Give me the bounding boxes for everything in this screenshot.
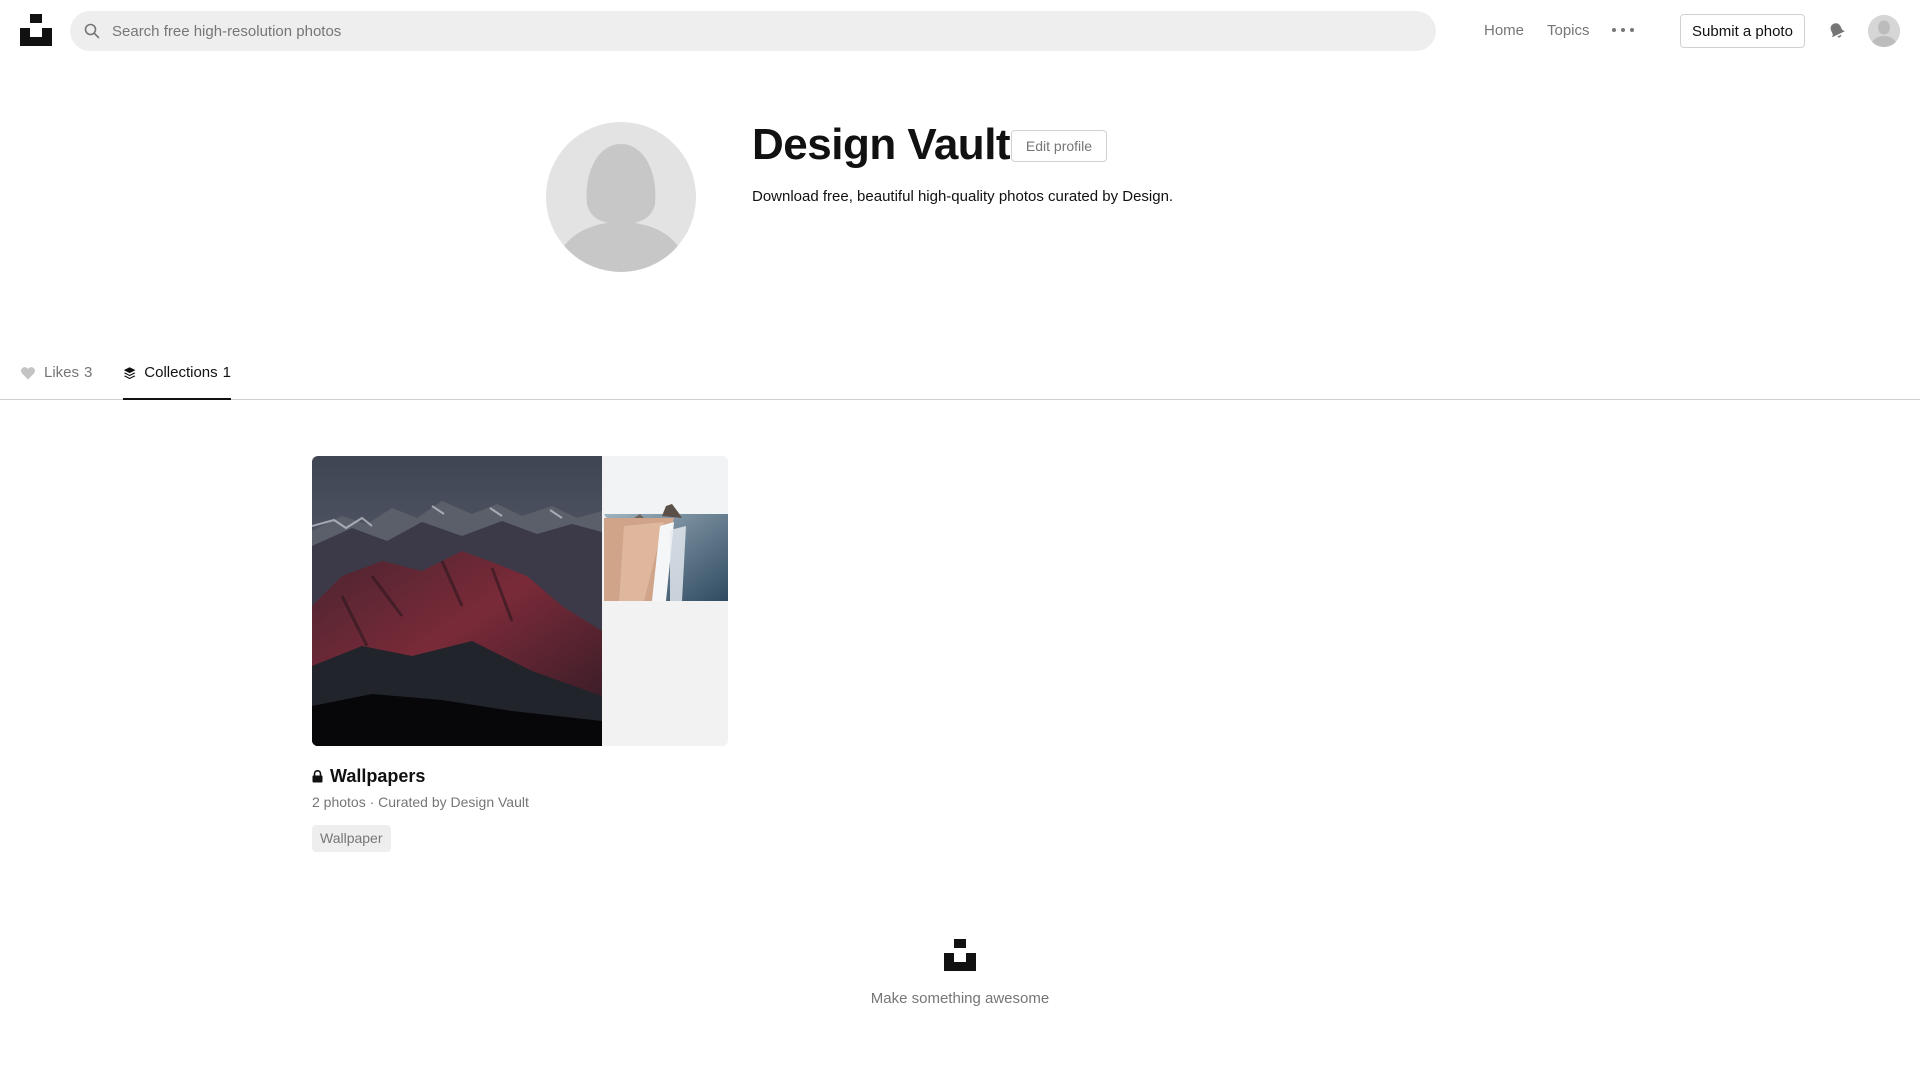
notifications-bell-icon[interactable]	[1826, 20, 1848, 42]
profile-bio: Download free, beautiful high-quality ph…	[752, 188, 1174, 205]
profile-tabs: Likes 3 Collections 1	[0, 352, 1920, 400]
collection-title-text: Wallpapers	[330, 766, 426, 786]
search-input[interactable]	[112, 11, 1412, 51]
submit-photo-button[interactable]: Submit a photo	[1680, 14, 1805, 48]
more-options-icon[interactable]	[1612, 18, 1634, 42]
top-navigation: Home Topics Submit a photo	[0, 0, 1920, 62]
tab-collections[interactable]: Collections 1	[123, 364, 231, 400]
beach-photo	[604, 456, 728, 601]
tab-likes-count: 3	[84, 364, 93, 381]
mountain-photo	[312, 456, 602, 746]
search-icon[interactable]	[84, 23, 100, 39]
heart-icon	[21, 367, 35, 380]
user-avatar[interactable]	[1868, 15, 1900, 47]
profile-avatar	[546, 122, 696, 272]
nav-home-link[interactable]: Home	[1484, 22, 1524, 39]
collection-meta: 2 photos · Curated by Design Vault	[312, 794, 529, 810]
collection-card: Wallpapers 2 photos · Curated by Design …	[312, 456, 728, 852]
profile-name: Design Vault	[752, 120, 1011, 169]
collection-title[interactable]: Wallpapers	[312, 766, 425, 787]
layers-icon	[123, 367, 136, 380]
collection-cover[interactable]	[312, 456, 728, 746]
collection-tag[interactable]: Wallpaper	[312, 825, 391, 852]
tab-likes[interactable]: Likes 3	[20, 364, 92, 400]
lock-icon	[312, 770, 323, 783]
unsplash-footer-logo-icon	[944, 939, 976, 971]
tab-collections-count: 1	[222, 364, 231, 381]
tab-likes-label: Likes	[44, 364, 80, 381]
unsplash-logo-icon[interactable]	[20, 14, 52, 46]
nav-topics-link[interactable]: Topics	[1547, 22, 1590, 39]
search-bar[interactable]	[70, 11, 1436, 51]
empty-photo-slot	[604, 603, 728, 746]
edit-profile-button[interactable]: Edit profile	[1011, 130, 1107, 162]
footer-tagline: Make something awesome	[870, 990, 1050, 1007]
tab-collections-label: Collections	[144, 364, 218, 381]
